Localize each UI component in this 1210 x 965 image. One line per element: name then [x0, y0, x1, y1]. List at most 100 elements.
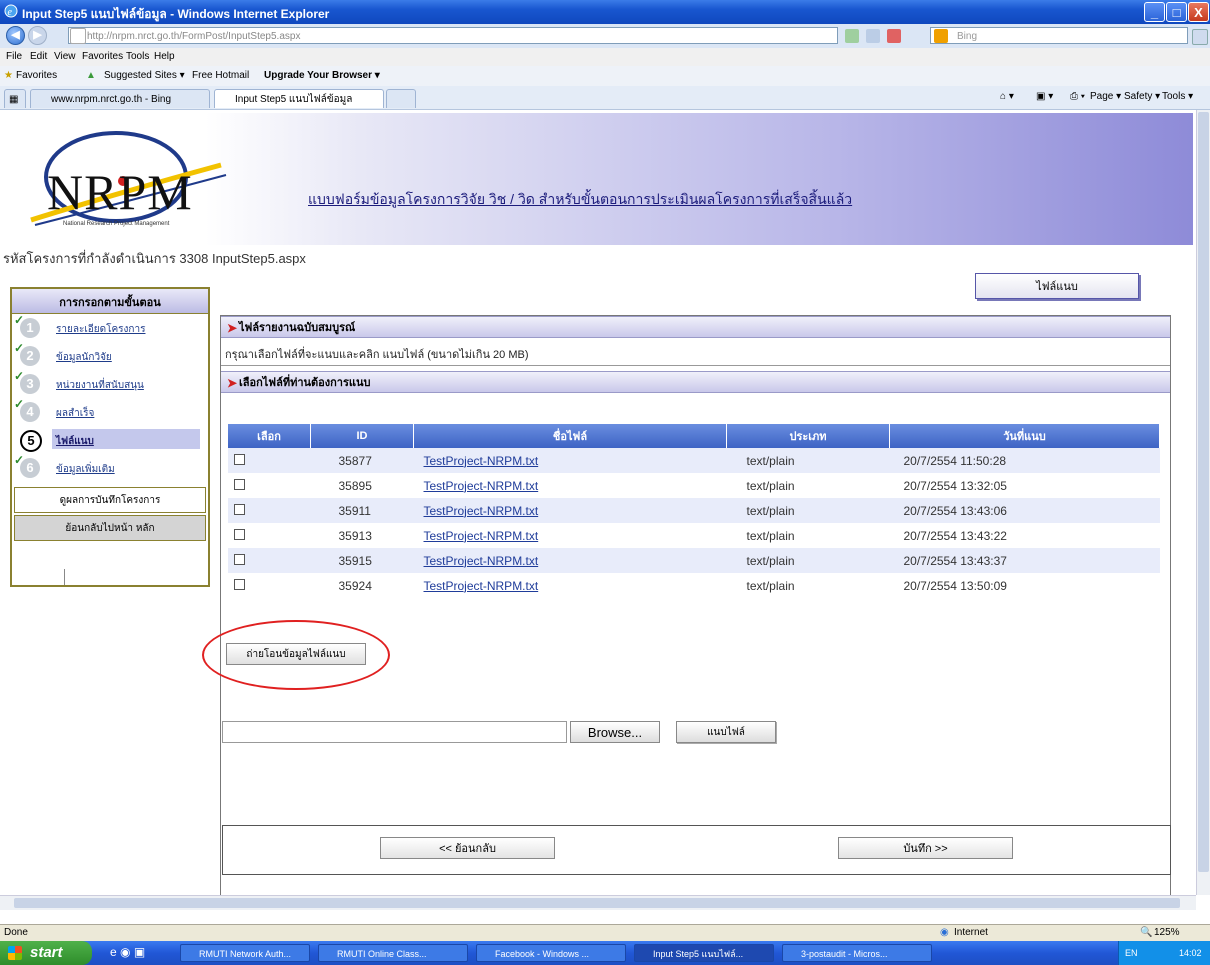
language-indicator[interactable]: EN	[1125, 941, 1138, 965]
arrow-icon: ➤	[227, 376, 238, 390]
feeds-icon[interactable]: ▣ ▾	[1036, 91, 1053, 102]
taskbar-item-rmuti-auth[interactable]: RMUTI Network Auth...	[180, 944, 310, 962]
window-titlebar: e Input Step5 แนบไฟล์ข้อมูล - Windows In…	[0, 0, 1210, 24]
page-icon	[70, 28, 86, 44]
add-favorite-icon[interactable]: ▲	[86, 70, 96, 81]
vertical-scrollbar[interactable]	[1196, 110, 1210, 895]
sidebar-step-5[interactable]: 5 ไฟล์แนบ	[12, 427, 208, 455]
row-checkbox[interactable]	[234, 478, 245, 490]
row-checkbox[interactable]	[234, 453, 245, 465]
forward-nav-button[interactable]: ▶	[28, 26, 47, 45]
table-row: 35895 TestProject-NRPM.txt text/plain 20…	[228, 473, 1160, 498]
table-header-row: เลือก ID ชื่อไฟล์ ประเภท วันที่แนบ	[228, 424, 1160, 448]
section-select-file: ➤ เลือกไฟล์ที่ท่านต้องการแนบ	[221, 371, 1170, 393]
home-icon[interactable]: ⌂ ▾	[1000, 91, 1014, 102]
col-filename: ชื่อไฟล์	[413, 424, 727, 448]
back-nav-button[interactable]: ◀	[6, 26, 25, 45]
file-link[interactable]: TestProject-NRPM.txt	[424, 504, 539, 518]
fav-suggested-sites[interactable]: Suggested Sites ▾	[104, 70, 185, 81]
compatibility-icon[interactable]	[845, 29, 859, 43]
menu-view[interactable]: View	[54, 51, 76, 62]
menu-help[interactable]: Help	[154, 51, 175, 62]
quick-tabs-button[interactable]: ▦	[4, 89, 26, 108]
tab-bing[interactable]: www.nrpm.nrct.go.th - Bing	[30, 89, 210, 108]
close-window-button[interactable]: X	[1188, 2, 1209, 22]
maximize-button[interactable]: □	[1166, 2, 1187, 22]
file-link[interactable]: TestProject-NRPM.txt	[424, 554, 539, 568]
back-to-home-button[interactable]: ย้อนกลับไปหน้า หลัก	[14, 515, 206, 541]
cmd-tools[interactable]: Tools ▾	[1162, 91, 1193, 102]
menu-tools[interactable]: Tools	[126, 51, 149, 62]
table-row: 35913 TestProject-NRPM.txt text/plain 20…	[228, 523, 1160, 548]
taskbar-item-rmuti-class[interactable]: RMUTI Online Class...	[318, 944, 468, 962]
fav-upgrade-browser[interactable]: Upgrade Your Browser ▾	[264, 70, 380, 81]
back-button[interactable]: << ย้อนกลับ	[380, 837, 555, 859]
table-row: 35911 TestProject-NRPM.txt text/plain 20…	[228, 498, 1160, 523]
table-row: 35877 TestProject-NRPM.txt text/plain 20…	[228, 448, 1160, 473]
zoom-level[interactable]: 125%	[1154, 927, 1180, 938]
clock: 14:02	[1179, 948, 1202, 958]
horizontal-scrollbar[interactable]	[0, 895, 1196, 910]
sidebar-step-1[interactable]: ✓ 1 รายละเอียดโครงการ	[12, 313, 208, 343]
attachment-tab-button[interactable]: ไฟล์แนบ	[975, 273, 1139, 299]
search-input[interactable]: Bing	[930, 27, 1188, 44]
file-date: 20/7/2554 13:50:09	[889, 573, 1160, 598]
sidebar-step-6[interactable]: ✓ 6 ข้อมูลเพิ่มเติม	[12, 453, 208, 483]
minimize-button[interactable]: _	[1144, 2, 1165, 22]
file-link[interactable]: TestProject-NRPM.txt	[424, 479, 539, 493]
sidebar-step-label[interactable]: ข้อมูลเพิ่มเติม	[56, 462, 115, 477]
tab-input-step5[interactable]: Input Step5 แนบไฟล์ข้อมูล	[214, 89, 384, 108]
menu-file[interactable]: File	[6, 51, 22, 62]
windows-logo-icon	[8, 946, 22, 960]
taskbar-item-postaudit[interactable]: 3-postaudit - Micros...	[782, 944, 932, 962]
start-button[interactable]: start	[0, 941, 92, 965]
sidebar-step-4[interactable]: ✓ 4 ผลสำเร็จ	[12, 397, 208, 427]
row-checkbox[interactable]	[234, 503, 245, 515]
row-checkbox[interactable]	[234, 553, 245, 565]
attach-file-button[interactable]: แนบไฟล์	[676, 721, 776, 743]
col-id: ID	[310, 424, 414, 448]
taskbar-item-input-step5[interactable]: Input Step5 แนบไฟล์...	[634, 944, 774, 962]
quicklaunch-icon[interactable]: e ◉ ▣	[110, 945, 145, 959]
favorites-button[interactable]: Favorites	[16, 70, 57, 81]
scroll-thumb[interactable]	[14, 898, 1180, 908]
fav-free-hotmail[interactable]: Free Hotmail	[192, 70, 249, 81]
svg-text:e: e	[8, 7, 13, 18]
browse-button[interactable]: Browse...	[570, 721, 660, 743]
save-button[interactable]: บันทึก >>	[838, 837, 1013, 859]
cmd-safety[interactable]: Safety ▾	[1124, 91, 1160, 102]
search-icon[interactable]	[1192, 29, 1208, 45]
sidebar-step-2[interactable]: ✓ 2 ข้อมูลนักวิจัย	[12, 341, 208, 371]
address-bar: ◀ ▶ http://nrpm.nrct.go.th/FormPost/Inpu…	[0, 24, 1210, 49]
page-title: แบบฟอร์มข้อมูลโครงการวิจัย วิช / วิด สำห…	[308, 191, 853, 207]
file-link[interactable]: TestProject-NRPM.txt	[424, 454, 539, 468]
file-path-input[interactable]	[222, 721, 567, 743]
cmd-page[interactable]: Page ▾	[1090, 91, 1121, 102]
table-row: 35924 TestProject-NRPM.txt text/plain 20…	[228, 573, 1160, 598]
row-checkbox[interactable]	[234, 578, 245, 590]
url-input[interactable]: http://nrpm.nrct.go.th/FormPost/InputSte…	[68, 27, 838, 44]
sidebar-step-label[interactable]: หน่วยงานที่สนับสนุน	[56, 378, 144, 393]
sidebar-step-label[interactable]: ผลสำเร็จ	[56, 406, 94, 421]
security-zone: Internet	[954, 927, 988, 938]
refresh-icon[interactable]	[866, 29, 880, 43]
sidebar-step-label[interactable]: รายละเอียดโครงการ	[56, 322, 145, 337]
file-type: text/plain	[726, 548, 890, 573]
menu-edit[interactable]: Edit	[30, 51, 47, 62]
logo-text: NRPM	[47, 164, 193, 220]
row-checkbox[interactable]	[234, 528, 245, 540]
file-link[interactable]: TestProject-NRPM.txt	[424, 579, 539, 593]
sidebar-step-label[interactable]: ข้อมูลนักวิจัย	[56, 350, 112, 365]
sidebar-step-label[interactable]: ไฟล์แนบ	[56, 434, 94, 449]
stop-icon[interactable]	[887, 29, 901, 43]
print-icon[interactable]: ⎙ ▾	[1070, 91, 1085, 102]
favorites-star-icon: ★	[4, 70, 13, 81]
taskbar-item-facebook[interactable]: Facebook - Windows ...	[476, 944, 626, 962]
globe-icon: ◉	[940, 927, 949, 938]
menu-favorites[interactable]: Favorites	[82, 51, 123, 62]
scroll-thumb[interactable]	[1198, 112, 1209, 872]
sidebar-step-3[interactable]: ✓ 3 หน่วยงานที่สนับสนุน	[12, 369, 208, 399]
new-tab-button[interactable]	[386, 89, 416, 108]
view-summary-button[interactable]: ดูผลการบันทึกโครงการ	[14, 487, 206, 513]
file-link[interactable]: TestProject-NRPM.txt	[424, 529, 539, 543]
